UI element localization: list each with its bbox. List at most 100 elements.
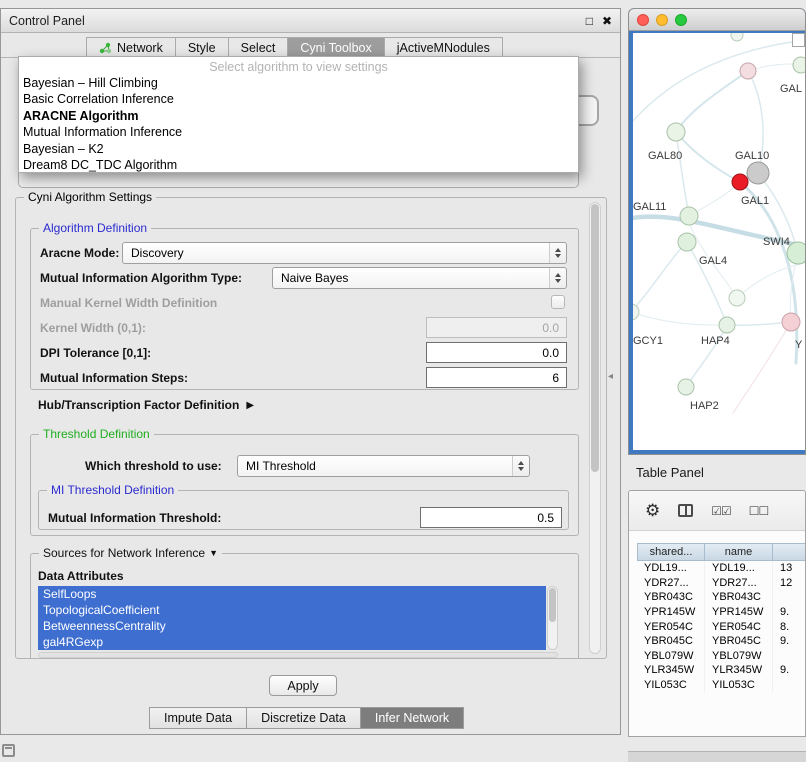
cell[interactable]: 9. — [773, 605, 806, 620]
network-window-titlebar[interactable] — [629, 9, 805, 31]
table-row[interactable]: YDL19... YDL19... 13 — [637, 561, 806, 576]
minimize-traffic-button[interactable] — [656, 14, 668, 26]
network-canvas[interactable]: GAL GAL80 GAL10 GAL11 GAL1 SWI4 GAL4 GCY… — [633, 33, 805, 450]
node[interactable] — [740, 63, 756, 79]
tab-discretize-data[interactable]: Discretize Data — [246, 707, 360, 729]
tab-jactivemnodules[interactable]: jActiveMNodules — [384, 37, 503, 58]
column-header[interactable] — [773, 543, 806, 561]
hub-definition-expander[interactable]: Hub/Transcription Factor Definition ▶ — [38, 399, 254, 412]
mi-steps-field[interactable]: 6 — [426, 367, 567, 388]
node-hap4[interactable] — [719, 317, 735, 333]
manual-kernel-checkbox[interactable] — [551, 295, 565, 309]
cell[interactable]: YIL053C — [705, 678, 773, 693]
tab-infer-network[interactable]: Infer Network — [360, 707, 464, 729]
table-row[interactable]: YBR045C YBR045C 9. — [637, 634, 806, 649]
cell[interactable]: 13 — [773, 561, 806, 576]
cell[interactable] — [773, 649, 806, 664]
cell[interactable]: YER054C — [705, 619, 773, 634]
tab-style[interactable]: Style — [175, 37, 228, 58]
node[interactable] — [667, 123, 685, 141]
table-row[interactable]: YER054C YER054C 8. — [637, 619, 806, 634]
cell[interactable]: YLR345W — [637, 663, 705, 678]
attribute-item-selected[interactable]: gal4RGexp — [38, 634, 546, 650]
cell[interactable]: YBR045C — [705, 634, 773, 649]
unchecked-boxes-icon[interactable]: ☐☐ — [749, 505, 769, 517]
close-traffic-button[interactable] — [637, 14, 649, 26]
tab-select[interactable]: Select — [228, 37, 288, 58]
cell[interactable]: YDR27... — [637, 576, 705, 591]
apply-button[interactable]: Apply — [269, 675, 337, 696]
cell[interactable]: YDR27... — [705, 576, 773, 591]
cell[interactable]: 12 — [773, 576, 806, 591]
mi-type-select[interactable]: Naive Bayes — [272, 267, 567, 289]
dropdown-item[interactable]: Mutual Information Inference — [19, 124, 578, 140]
node-gal10[interactable] — [747, 162, 769, 184]
tab-impute-data[interactable]: Impute Data — [149, 707, 246, 729]
node[interactable] — [782, 313, 800, 331]
attribute-item-selected[interactable]: BetweennessCentrality — [38, 618, 546, 634]
cell[interactable]: 9. — [773, 663, 806, 678]
cell[interactable]: YPR145W — [637, 605, 705, 620]
mi-threshold-field[interactable]: 0.5 — [420, 507, 562, 528]
table-row[interactable]: YPR145W YPR145W 9. — [637, 605, 806, 620]
node[interactable] — [793, 57, 805, 73]
cell[interactable] — [773, 590, 806, 605]
cell[interactable]: YBL079W — [637, 649, 705, 664]
close-icon[interactable]: ✖ — [602, 14, 612, 28]
float-window-icon[interactable]: □ — [586, 14, 593, 28]
node-gal1[interactable] — [680, 207, 698, 225]
dropdown-item[interactable]: Basic Correlation Inference — [19, 91, 578, 107]
sources-expander[interactable]: Sources for Network Inference ▼ — [39, 546, 222, 560]
cell[interactable]: 8. — [773, 619, 806, 634]
cell[interactable] — [773, 678, 806, 693]
table-row[interactable]: YIL053C YIL053C — [637, 678, 806, 693]
attribute-item-selected[interactable]: TopologicalCoefficient — [38, 602, 546, 618]
minimized-panel-icon[interactable] — [2, 744, 15, 757]
node-selected-red[interactable] — [732, 174, 748, 190]
attribute-list-hscrollbar[interactable] — [38, 652, 558, 658]
dpi-tolerance-field[interactable]: 0.0 — [426, 342, 567, 363]
cell[interactable]: YBR043C — [637, 590, 705, 605]
cell[interactable]: YER054C — [637, 619, 705, 634]
scrollbar-thumb[interactable] — [549, 588, 556, 622]
cell[interactable]: YBR045C — [637, 634, 705, 649]
node-gal4[interactable] — [678, 233, 696, 251]
which-threshold-select[interactable]: MI Threshold — [237, 455, 530, 477]
zoom-traffic-button[interactable] — [675, 14, 687, 26]
node-gcy1[interactable] — [633, 304, 639, 320]
cell[interactable]: YBR043C — [705, 590, 773, 605]
table-row[interactable]: YBR043C YBR043C — [637, 590, 806, 605]
attribute-item-selected[interactable]: SelfLoops — [38, 586, 546, 602]
dropdown-item[interactable]: Bayesian – K2 — [19, 141, 578, 157]
gear-icon[interactable]: ⚙ — [645, 502, 660, 519]
cell[interactable]: 9. — [773, 634, 806, 649]
cell[interactable]: YDL19... — [637, 561, 705, 576]
control-panel-titlebar[interactable]: Control Panel □ ✖ — [1, 9, 620, 33]
columns-icon[interactable] — [678, 504, 693, 517]
cell[interactable]: YLR345W — [705, 663, 773, 678]
settings-scrollbar[interactable] — [589, 202, 601, 654]
node[interactable] — [731, 33, 743, 41]
cell[interactable]: YIL053C — [637, 678, 705, 693]
cell[interactable]: YDL19... — [705, 561, 773, 576]
table-row[interactable]: YBL079W YBL079W — [637, 649, 806, 664]
dropdown-item[interactable]: Bayesian – Hill Climbing — [19, 75, 578, 91]
cell[interactable]: YBL079W — [705, 649, 773, 664]
network-scrollbar-stub[interactable] — [792, 33, 805, 47]
column-header[interactable]: name — [705, 543, 773, 561]
node-hap2[interactable] — [678, 379, 694, 395]
dropdown-item[interactable]: Dream8 DC_TDC Algorithm — [19, 157, 578, 173]
node[interactable] — [729, 290, 745, 306]
tab-network[interactable]: Network — [86, 37, 175, 58]
dropdown-item-selected[interactable]: ARACNE Algorithm — [19, 108, 578, 124]
checked-boxes-icon[interactable]: ☑☑ — [711, 505, 731, 517]
column-header[interactable]: shared... — [637, 543, 705, 561]
attribute-list-scrollbar[interactable] — [547, 586, 558, 650]
cell[interactable]: YPR145W — [705, 605, 773, 620]
scrollbar-thumb[interactable] — [591, 204, 599, 472]
table-row[interactable]: YDR27... YDR27... 12 — [637, 576, 806, 591]
table-row[interactable]: YLR345W YLR345W 9. — [637, 663, 806, 678]
splitter-collapse-icon[interactable]: ◂ — [608, 371, 613, 382]
tab-cyni-toolbox[interactable]: Cyni Toolbox — [287, 37, 383, 58]
aracne-mode-select[interactable]: Discovery — [122, 242, 567, 264]
